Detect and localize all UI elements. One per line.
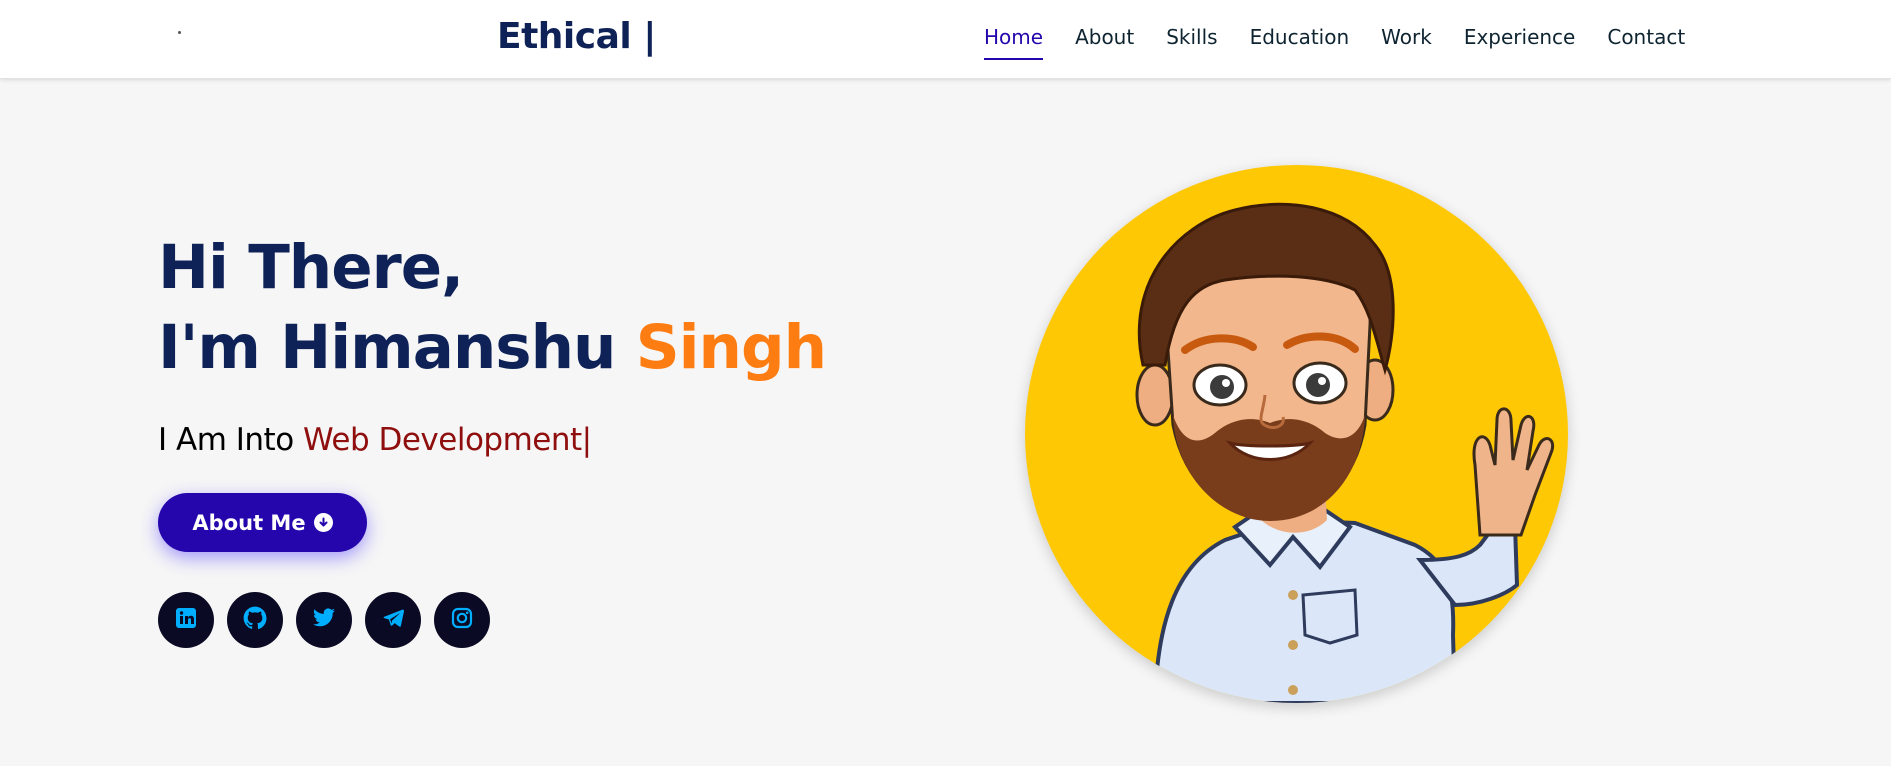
- github-link[interactable]: [227, 592, 283, 648]
- telegram-icon: [381, 607, 405, 633]
- about-me-button[interactable]: About Me: [158, 493, 367, 552]
- nav-home[interactable]: Home: [984, 24, 1044, 60]
- main-nav: Home About Skills Education Work Experie…: [984, 24, 1685, 64]
- telegram-link[interactable]: [365, 592, 421, 648]
- hero-name: I'm Himanshu: [158, 312, 636, 383]
- brand-logo[interactable]: Ethical |: [497, 16, 656, 57]
- typing-prefix: I Am Into: [158, 422, 304, 458]
- profile-avatar: [1025, 165, 1568, 703]
- hero-name-accent: Singh: [635, 312, 827, 383]
- instagram-icon: [450, 606, 474, 634]
- nav-contact[interactable]: Contact: [1607, 24, 1685, 60]
- about-me-button-label: About Me: [192, 510, 306, 535]
- avatar-illustration: [1135, 202, 1554, 703]
- nav-skills[interactable]: Skills: [1166, 24, 1217, 60]
- nav-education[interactable]: Education: [1250, 24, 1350, 60]
- linkedin-icon: [174, 606, 198, 634]
- social-links: [158, 592, 490, 648]
- typing-role: Web Development|: [303, 422, 592, 458]
- nav-experience[interactable]: Experience: [1464, 24, 1576, 60]
- nav-work[interactable]: Work: [1381, 24, 1432, 60]
- nav-about[interactable]: About: [1075, 24, 1134, 60]
- site-header: Ethical | Home About Skills Education Wo…: [0, 0, 1891, 79]
- logo-dot-icon: [178, 31, 181, 34]
- twitter-icon: [311, 606, 337, 634]
- hero-line-2: I'm Himanshu Singh: [158, 308, 827, 388]
- linkedin-link[interactable]: [158, 592, 214, 648]
- hero-line-1: Hi There,: [158, 232, 464, 303]
- hero-heading: Hi There, I'm Himanshu Singh: [158, 228, 827, 388]
- twitter-link[interactable]: [296, 592, 352, 648]
- github-icon: [242, 605, 268, 635]
- typing-text: I Am Into Web Development|: [158, 422, 592, 458]
- arrow-down-circle-icon: [313, 513, 333, 532]
- instagram-link[interactable]: [434, 592, 490, 648]
